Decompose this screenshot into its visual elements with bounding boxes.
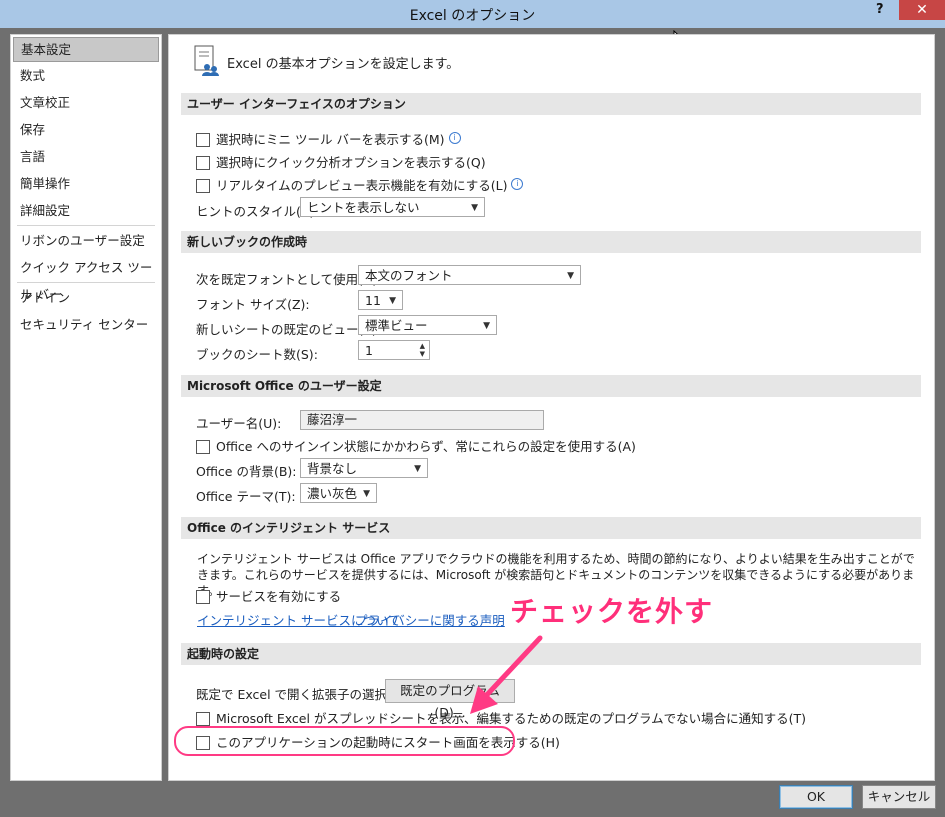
options-content: Excel の基本オプションを設定します。 ユーザー インターフェイスのオプショ… xyxy=(168,34,935,781)
spinner-arrows-icon[interactable]: ▲ ▼ xyxy=(420,342,425,358)
office-background-label: Office の背景(B): xyxy=(196,464,297,479)
nav-item-customize-ribbon[interactable]: リボンのユーザー設定 xyxy=(11,227,161,254)
nav-item-quick-access-toolbar[interactable]: クイック アクセス ツール バー xyxy=(11,254,161,302)
dropdown-arrow-icon: ▼ xyxy=(363,489,370,499)
office-theme-value: 濃い灰色 xyxy=(307,486,358,501)
office-theme-label: Office テーマ(T): xyxy=(196,489,296,504)
default-view-value: 標準ビュー xyxy=(365,318,428,333)
annotation-arrow-icon xyxy=(470,635,543,714)
nav-divider xyxy=(17,225,155,226)
default-font-label: 次を既定フォントとして使用(N): xyxy=(196,272,382,287)
tooltip-style-value: ヒントを表示しない xyxy=(307,200,420,215)
help-button[interactable]: ? xyxy=(876,2,890,17)
office-theme-select[interactable]: 濃い灰色 ▼ xyxy=(300,483,377,503)
section-startup: 起動時の設定 xyxy=(181,643,921,665)
general-options-icon xyxy=(194,45,219,76)
font-size-value: 11 xyxy=(365,293,381,308)
user-name-label: ユーザー名(U): xyxy=(196,416,282,431)
enable-services-label: サービスを有効にする xyxy=(216,589,342,604)
close-button[interactable]: ✕ xyxy=(899,0,945,20)
extensions-label: 既定で Excel で開く拡張子の選択: xyxy=(196,687,392,702)
window-title: Excel のオプション xyxy=(409,8,536,24)
nav-item-general[interactable]: 基本設定 xyxy=(13,37,159,62)
always-use-checkbox[interactable] xyxy=(196,439,210,454)
always-use-option[interactable]: Office へのサインイン状態にかかわらず、常にこれらの設定を使用する(A) xyxy=(196,436,636,455)
cancel-button[interactable]: キャンセル xyxy=(862,785,936,809)
privacy-statement-link[interactable]: プライバシーに関する声明 xyxy=(355,610,505,629)
dropdown-arrow-icon: ▼ xyxy=(483,321,490,331)
notify-default-checkbox[interactable] xyxy=(196,711,210,726)
enable-services-checkbox[interactable] xyxy=(196,589,210,604)
info-icon: i xyxy=(448,131,461,144)
nav-item-formulas[interactable]: 数式 xyxy=(11,62,161,89)
sheet-count-label: ブックのシート数(S): xyxy=(196,347,318,362)
annotation-text: チェックを外す xyxy=(510,595,714,628)
dropdown-arrow-icon: ▼ xyxy=(471,203,478,213)
nav-item-advanced[interactable]: 詳細設定 xyxy=(11,197,161,224)
default-font-value: 本文のフォント xyxy=(365,268,453,283)
office-background-select[interactable]: 背景なし ▼ xyxy=(300,458,428,478)
dropdown-arrow-icon: ▼ xyxy=(389,296,396,306)
default-font-select[interactable]: 本文のフォント ▼ xyxy=(358,265,581,285)
section-new-workbook: 新しいブックの作成時 xyxy=(181,231,921,253)
section-user-settings: Microsoft Office のユーザー設定 xyxy=(181,375,921,397)
dropdown-arrow-icon: ▼ xyxy=(414,464,421,474)
live-preview-label: リアルタイムのプレビュー表示機能を有効にする(L) xyxy=(216,178,508,193)
tooltip-style-select[interactable]: ヒントを表示しない ▼ xyxy=(300,197,485,217)
default-view-label: 新しいシートの既定のビュー(V): xyxy=(196,322,382,337)
options-nav: 基本設定 数式 文章校正 保存 言語 簡単操作 詳細設定 リボンのユーザー設定 … xyxy=(10,34,162,781)
section-intelligent-services: Office のインテリジェント サービス xyxy=(181,517,921,539)
quick-analysis-label: 選択時にクイック分析オプションを表示する(Q) xyxy=(216,155,486,170)
section-ui-options: ユーザー インターフェイスのオプション xyxy=(181,93,921,115)
default-view-select[interactable]: 標準ビュー ▼ xyxy=(358,315,497,335)
sheet-count-spinner[interactable]: 1 ▲ ▼ xyxy=(358,340,430,360)
nav-item-trust-center[interactable]: セキュリティ センター xyxy=(11,311,161,338)
nav-item-addins[interactable]: アドイン xyxy=(11,284,161,311)
always-use-label: Office へのサインイン状態にかかわらず、常にこれらの設定を使用する(A) xyxy=(216,439,636,454)
live-preview-option[interactable]: リアルタイムのプレビュー表示機能を有効にする(L) i xyxy=(196,175,524,194)
excel-options-dialog: Excel のオプション ? ✕ 基本設定 数式 文章校正 保存 言語 簡単操作… xyxy=(0,0,945,817)
title-bar: Excel のオプション ? ✕ xyxy=(0,0,945,28)
mini-toolbar-option[interactable]: 選択時にミニ ツール バーを表示する(M) i xyxy=(196,129,461,148)
quick-analysis-option[interactable]: 選択時にクイック分析オプションを表示する(Q) xyxy=(196,152,486,171)
sheet-count-value: 1 xyxy=(365,343,373,358)
mini-toolbar-checkbox[interactable] xyxy=(196,132,210,147)
nav-item-proofing[interactable]: 文章校正 xyxy=(11,89,161,116)
annotation-highlight-ring xyxy=(174,726,515,756)
office-background-value: 背景なし xyxy=(307,461,358,476)
mini-toolbar-label: 選択時にミニ ツール バーを表示する(M) xyxy=(216,132,445,147)
live-preview-checkbox[interactable] xyxy=(196,178,210,193)
nav-item-accessibility[interactable]: 簡単操作 xyxy=(11,170,161,197)
page-description: Excel の基本オプションを設定します。 xyxy=(227,57,460,72)
ok-button[interactable]: OK xyxy=(779,785,853,809)
info-icon: i xyxy=(511,177,524,190)
dropdown-arrow-icon: ▼ xyxy=(567,271,574,281)
font-size-select[interactable]: 11 ▼ xyxy=(358,290,403,310)
user-name-input[interactable]: 藤沼淳一 xyxy=(300,410,544,430)
nav-item-save[interactable]: 保存 xyxy=(11,116,161,143)
quick-analysis-checkbox[interactable] xyxy=(196,155,210,170)
nav-item-language[interactable]: 言語 xyxy=(11,143,161,170)
enable-services-option[interactable]: サービスを有効にする xyxy=(196,586,341,605)
font-size-label: フォント サイズ(Z): xyxy=(196,297,310,312)
